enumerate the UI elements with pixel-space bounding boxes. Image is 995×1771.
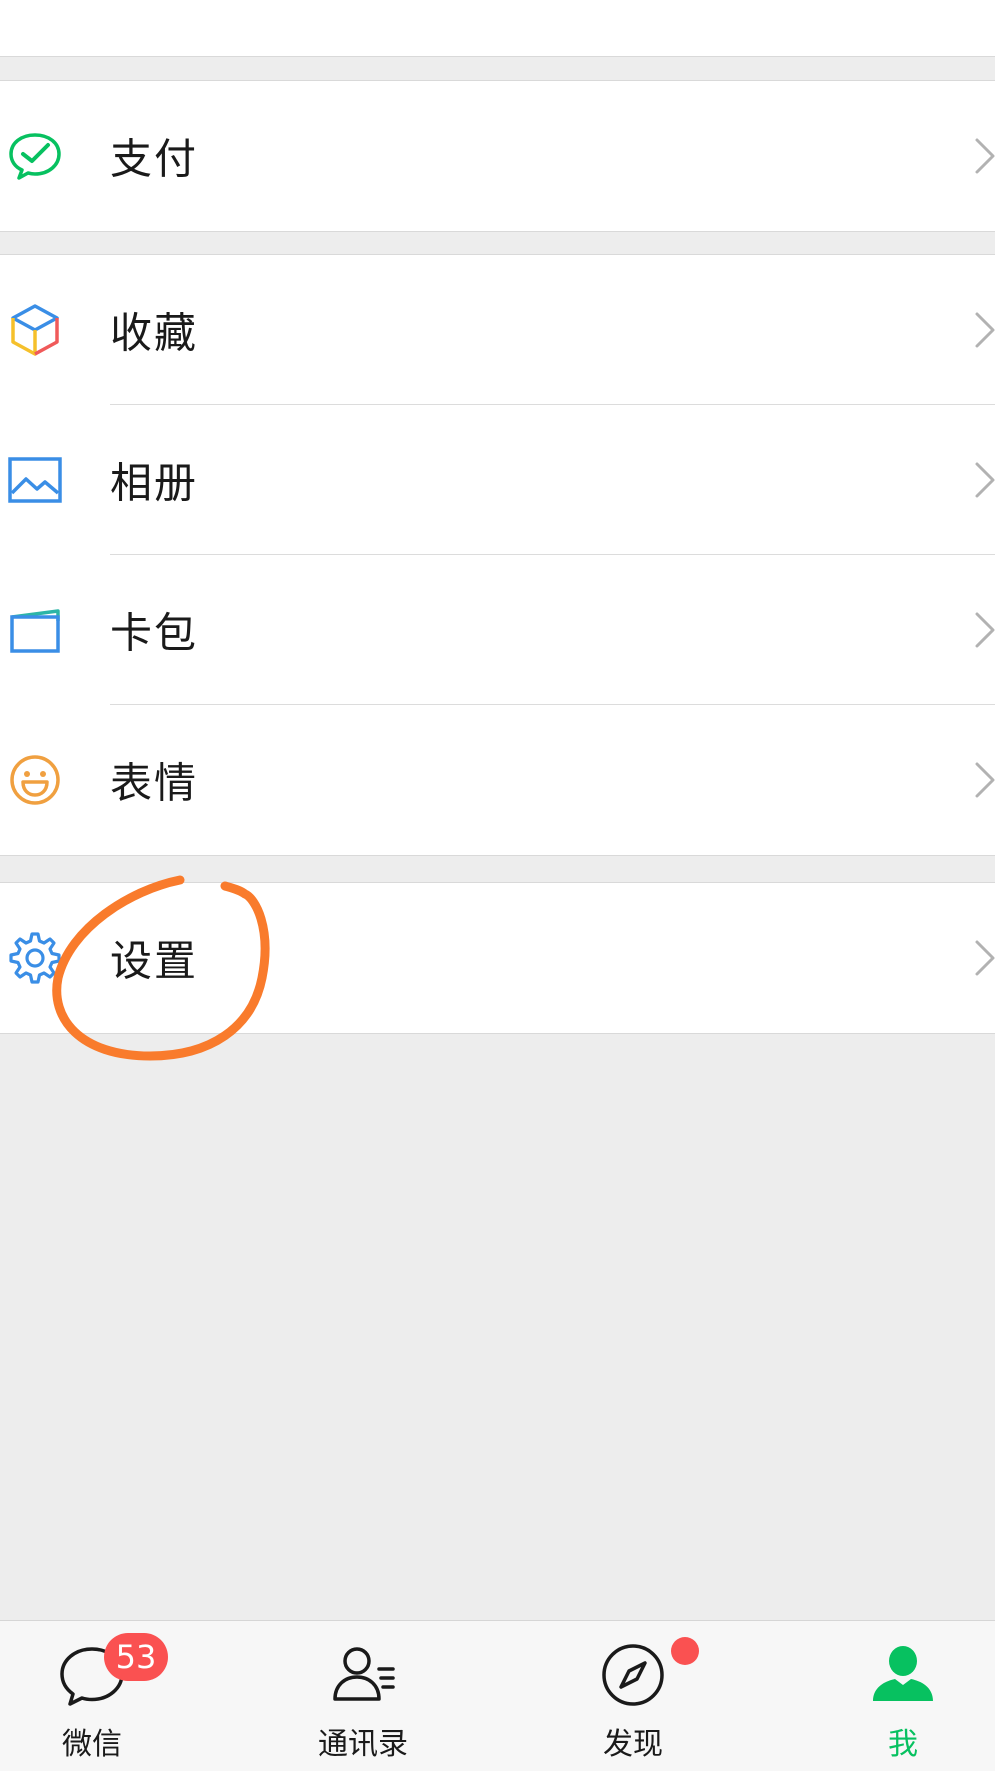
person-icon (873, 1646, 933, 1701)
tab-discover[interactable]: 发现 (533, 1621, 733, 1771)
menu-item-cards[interactable]: 卡包 (0, 555, 995, 705)
menu-item-settings-label: 设置 (110, 936, 199, 986)
tab-contacts[interactable]: 通讯录 (263, 1621, 463, 1771)
chevron-right-icon (975, 138, 995, 174)
unread-badge: 53 (104, 1633, 168, 1681)
chevron-right-icon (975, 612, 995, 648)
menu-item-pay[interactable]: 支付 (0, 81, 995, 231)
top-section (0, 0, 995, 57)
menu-item-favorites-label: 收藏 (110, 308, 199, 358)
tab-me[interactable]: 我 (803, 1621, 995, 1771)
tab-discover-label: 发现 (603, 1727, 663, 1762)
settings-group: 设置 (0, 882, 995, 1034)
tab-contacts-label: 通讯录 (318, 1727, 408, 1762)
tab-me-label: 我 (888, 1727, 918, 1762)
menu-item-album-label: 相册 (110, 458, 199, 508)
tab-chats-label: 微信 (62, 1727, 122, 1762)
menu-item-cards-label: 卡包 (110, 608, 199, 658)
chevron-right-icon (975, 462, 995, 498)
favorites-cube-icon (11, 304, 59, 356)
tab-chats[interactable]: 53 微信 (0, 1621, 192, 1771)
compass-icon (602, 1644, 664, 1706)
wechat-pay-icon (9, 133, 61, 180)
menu-item-pay-label: 支付 (110, 134, 199, 184)
menu-item-stickers-label: 表情 (110, 758, 199, 808)
menu-item-settings[interactable]: 设置 (0, 883, 995, 1033)
chevron-right-icon (975, 762, 995, 798)
pay-group: 支付 (0, 80, 995, 232)
contacts-icon (333, 1647, 395, 1701)
menu-item-favorites[interactable]: 收藏 (0, 255, 995, 405)
card-wallet-icon (10, 609, 60, 653)
chevron-right-icon (975, 940, 995, 976)
chevron-right-icon (975, 312, 995, 348)
features-group: 收藏 相册 卡包 表情 (0, 254, 995, 856)
album-photo-icon (8, 457, 62, 503)
discover-notification-dot (671, 1637, 699, 1665)
smiley-icon (10, 755, 60, 805)
bottom-tab-bar: 53 微信 通讯录 发现 我 (0, 1620, 995, 1771)
menu-item-stickers[interactable]: 表情 (0, 705, 995, 855)
gear-icon (9, 932, 61, 984)
menu-item-album[interactable]: 相册 (0, 405, 995, 555)
